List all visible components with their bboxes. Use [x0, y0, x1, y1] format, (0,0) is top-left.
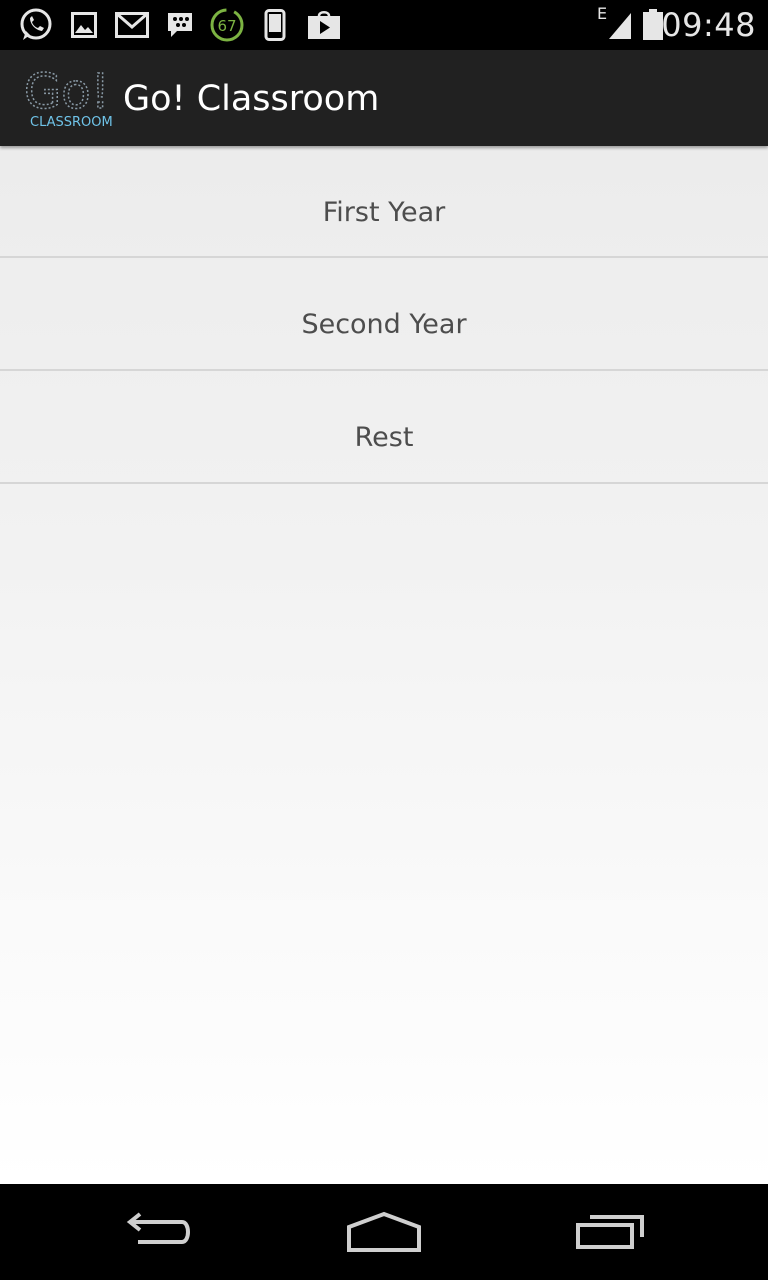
- battery-saver-icon: 67: [208, 8, 246, 42]
- whatsapp-icon: [16, 8, 56, 42]
- app-logo[interactable]: Go! CLASSROOM: [22, 63, 118, 132]
- home-icon: [347, 1211, 421, 1252]
- list-item-second-year[interactable]: Second Year: [0, 258, 768, 371]
- list-item-label: Second Year: [301, 309, 467, 340]
- navigation-bar: [0, 1184, 768, 1280]
- phone-icon: [262, 8, 288, 42]
- recents-icon: [576, 1215, 644, 1249]
- logo-text: Go!: [24, 64, 110, 120]
- gmail-icon: [114, 8, 150, 42]
- play-store-icon: [306, 8, 342, 42]
- list-item-first-year[interactable]: First Year: [0, 146, 768, 258]
- logo-subtext: CLASSROOM: [30, 115, 113, 130]
- bbm-icon: [164, 8, 196, 42]
- status-bar: 67 E 09:48: [0, 0, 768, 50]
- badge-count: 67: [217, 17, 236, 35]
- back-icon: [126, 1212, 190, 1244]
- action-bar: Go! CLASSROOM Go! Classroom: [0, 50, 768, 146]
- content-area: First Year Second Year Rest: [0, 146, 768, 1184]
- list-item-label: First Year: [322, 196, 446, 228]
- year-list: First Year Second Year Rest: [0, 146, 768, 484]
- list-item-rest[interactable]: Rest: [0, 371, 768, 484]
- back-button[interactable]: [80, 1184, 240, 1280]
- recents-button[interactable]: [530, 1184, 690, 1280]
- signal-icon: [606, 8, 634, 42]
- status-time: 09:48: [661, 6, 756, 44]
- image-icon: [70, 8, 98, 42]
- list-item-label: Rest: [354, 422, 414, 453]
- home-button[interactable]: [304, 1184, 464, 1280]
- app-title: Go! Classroom: [123, 79, 380, 119]
